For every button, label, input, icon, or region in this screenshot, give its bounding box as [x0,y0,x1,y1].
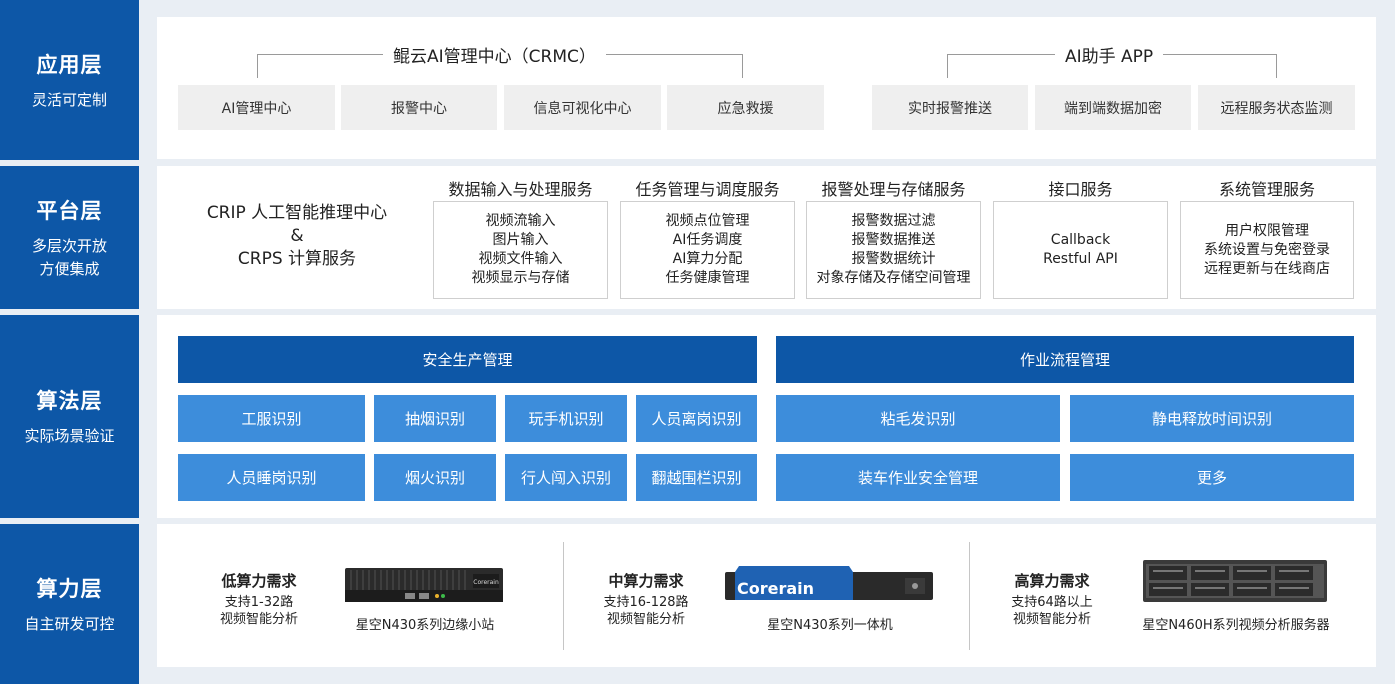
service-box: 视频点位管理 AI任务调度 AI算力分配 任务健康管理 [620,201,795,299]
layer-label-compute: 算力层 自主研发可控 [0,524,139,684]
service-box: Callback Restful API [993,201,1168,299]
product-label: 星空N430系列一体机 [767,618,893,633]
edge-box-device-image: Corerain [345,568,503,602]
layer-label-algorithm: 算法层 实际场景验证 [0,315,139,518]
app-box: 端到端数据加密 [1035,85,1191,130]
need-title: 高算力需求 [1014,572,1090,590]
service-item: 报警数据统计 [851,251,936,267]
service-item: 对象存储及存储空间管理 [816,270,971,286]
algo-item: 翻越围栏识别 [636,454,757,501]
product-label: 星空N460H系列视频分析服务器 [1142,618,1330,633]
need-desc: 视频智能分析 [219,612,298,627]
need-desc: 支持64路以上 [1011,595,1093,610]
algo-group-safety: 安全生产管理 [178,336,757,383]
layer-subtitle: 多层次开放 方便集成 [31,236,107,278]
compute-need-mid: 中算力需求 支持16-128路 视频智能分析 [591,570,701,628]
app-box: AI管理中心 [178,85,335,130]
app-title: AI助手 APP [1055,42,1164,67]
algorithm-panel: 安全生产管理 作业流程管理 工服识别 抽烟识别 玩手机识别 人员离岗识别 人员睡… [157,315,1376,518]
service-item: 图片输入 [492,232,549,248]
need-desc: 视频智能分析 [1012,612,1091,627]
platform-panel: CRIP 人工智能推理中心 & CRPS 计算服务 数据输入与处理服务 视频流输… [157,166,1376,309]
layer-subtitle: 实际场景验证 [24,427,115,445]
layer-title: 平台层 [36,198,103,223]
service-item: Callback [1050,232,1111,248]
device-brand-text: Corerain [737,579,814,598]
need-title: 中算力需求 [608,572,684,590]
device-brand-text: Corerain [473,579,499,586]
app-box: 信息可视化中心 [504,85,661,130]
appliance-device-image: Corerain [725,566,933,600]
service-item: 任务健康管理 [665,270,750,286]
service-item: 系统设置与免密登录 [1204,241,1330,258]
layer-subtitle: 自主研发可控 [24,614,115,633]
app-box: 远程服务状态监测 [1198,85,1355,130]
algo-group-process: 作业流程管理 [776,336,1354,383]
service-item: AI任务调度 [672,232,743,248]
algo-item: 抽烟识别 [374,395,496,442]
service-box: 报警数据过滤 报警数据推送 报警数据统计 对象存储及存储空间管理 [806,201,981,299]
service-item: 视频流输入 [485,213,556,229]
algo-item: 行人闯入识别 [505,454,627,501]
service-item: AI算力分配 [672,251,743,267]
service-title: 数据输入与处理服务 [448,180,593,199]
service-title: 报警处理与存储服务 [821,180,966,199]
compute-need-high: 高算力需求 支持64路以上 视频智能分析 [1000,570,1104,628]
application-panel: 鲲云AI管理中心（CRMC） AI助手 APP AI管理中心 报警中心 信息可视… [157,17,1376,159]
service-title: 系统管理服务 [1218,180,1315,199]
server-device-image [1143,560,1327,602]
compute-divider [969,542,970,650]
service-title: 任务管理与调度服务 [635,180,780,199]
platform-center: CRIP 人工智能推理中心 & CRPS 计算服务 [177,202,417,271]
compute-divider [563,542,564,650]
need-desc: 支持16-128路 [603,595,689,610]
layer-title: 算力层 [36,576,103,601]
algo-item: 更多 [1070,454,1354,501]
service-item: 报警数据过滤 [851,213,936,229]
ampersand: & [290,226,304,246]
app-box: 实时报警推送 [872,85,1028,130]
app-box: 报警中心 [341,85,497,130]
algo-item: 玩手机识别 [505,395,627,442]
algo-item: 人员睡岗识别 [178,454,365,501]
service-item: Restful API [1043,251,1118,267]
compute-need-low: 低算力需求 支持1-32路 视频智能分析 [207,570,311,628]
need-title: 低算力需求 [221,572,297,590]
crmc-title: 鲲云AI管理中心（CRMC） [383,42,606,67]
layer-label-application: 应用层 灵活可定制 [0,0,139,160]
crps-label: CRPS 计算服务 [237,249,357,269]
compute-panel: 低算力需求 支持1-32路 视频智能分析 Corerain 星空N430系列边缘… [157,524,1376,667]
service-box: 用户权限管理 系统设置与免密登录 远程更新与在线商店 [1180,201,1354,299]
algo-item: 人员离岗识别 [636,395,757,442]
service-item: 报警数据推送 [851,232,936,248]
need-desc: 支持1-32路 [224,595,294,610]
algo-item: 静电释放时间识别 [1070,395,1354,442]
crip-label: CRIP 人工智能推理中心 [206,203,388,223]
service-item: 视频文件输入 [478,251,563,267]
need-desc: 视频智能分析 [606,612,685,627]
service-item: 视频显示与存储 [471,270,570,286]
service-item: 用户权限管理 [1225,222,1309,239]
layer-title: 应用层 [36,52,103,77]
layer-subtitle: 灵活可定制 [31,90,107,109]
service-box: 视频流输入 图片输入 视频文件输入 视频显示与存储 [433,201,608,299]
service-item: 远程更新与在线商店 [1204,260,1330,277]
algo-item: 装车作业安全管理 [776,454,1060,501]
app-box: 应急救援 [667,85,824,130]
algo-item: 工服识别 [178,395,365,442]
algo-item: 粘毛发识别 [776,395,1060,442]
service-title: 接口服务 [1048,180,1113,199]
layer-title: 算法层 [36,389,103,413]
layer-label-platform: 平台层 多层次开放 方便集成 [0,166,139,309]
service-item: 视频点位管理 [665,213,750,229]
product-label: 星空N430系列边缘小站 [355,618,495,633]
algo-item: 烟火识别 [374,454,496,501]
